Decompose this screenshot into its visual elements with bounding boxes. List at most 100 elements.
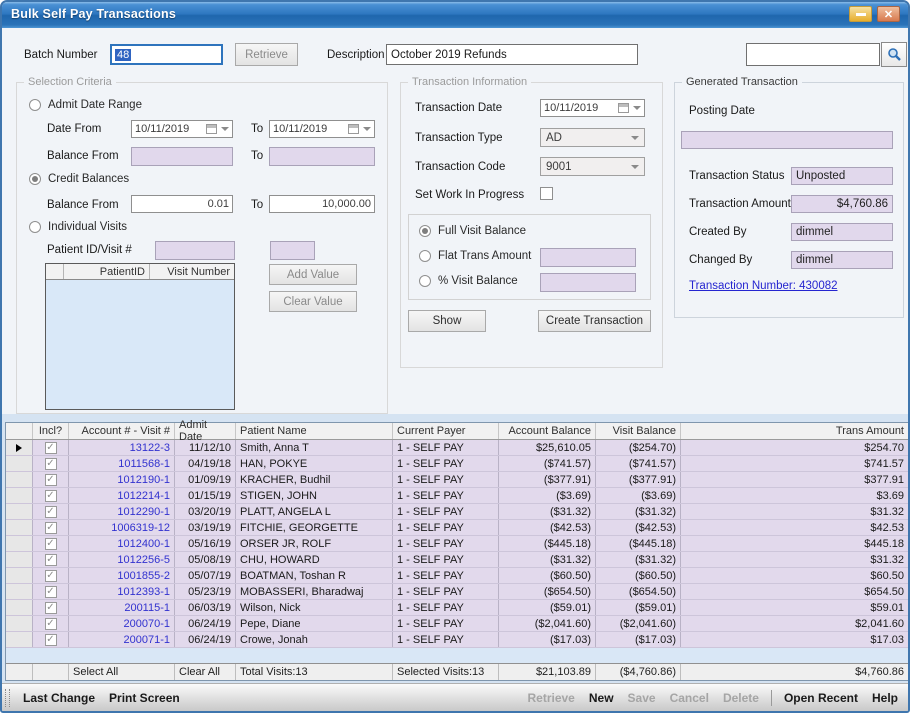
transaction-date-picker[interactable]: 10/11/2019: [540, 99, 645, 117]
account-link[interactable]: 200071-1: [124, 634, 171, 646]
minimize-button[interactable]: [849, 6, 872, 22]
date-from-picker[interactable]: 10/11/2019: [131, 120, 233, 138]
description-input[interactable]: October 2019 Refunds: [386, 44, 638, 65]
incl-checkbox[interactable]: ✓: [45, 442, 57, 454]
row-selector[interactable]: [6, 520, 33, 535]
row-selector[interactable]: [6, 616, 33, 631]
transaction-code-select[interactable]: 9001: [540, 157, 645, 176]
clear-all-button[interactable]: Clear All: [175, 664, 236, 680]
account-link[interactable]: 1012400-1: [117, 538, 170, 550]
description-value: October 2019 Refunds: [391, 49, 507, 61]
transaction-type-select[interactable]: AD: [540, 128, 645, 147]
patient-id-input: [155, 241, 235, 260]
table-row[interactable]: ✓1012290-103/20/19PLATT, ANGELA L1 - SEL…: [6, 504, 908, 520]
account-link[interactable]: 200070-1: [124, 618, 171, 630]
row-selector[interactable]: [6, 488, 33, 503]
last-change-button[interactable]: Last Change: [16, 691, 102, 705]
flat-trans-amount-radio[interactable]: Flat Trans Amount: [419, 250, 531, 262]
visit-balance-cell: ($741.57): [596, 456, 681, 471]
row-selector[interactable]: [6, 632, 33, 647]
table-row[interactable]: ✓1012214-101/15/19STIGEN, JOHN1 - SELF P…: [6, 488, 908, 504]
row-selector[interactable]: [6, 552, 33, 567]
account-link[interactable]: 1011568-1: [118, 458, 170, 470]
table-row[interactable]: ✓13122-311/12/10Smith, Anna T1 - SELF PA…: [6, 440, 908, 456]
table-row[interactable]: ✓1012393-105/23/19MOBASSERI, Bharadwaj1 …: [6, 584, 908, 600]
individual-visits-radio[interactable]: Individual Visits: [29, 221, 127, 233]
incl-checkbox[interactable]: ✓: [45, 602, 57, 614]
incl-checkbox[interactable]: ✓: [45, 474, 57, 486]
trans-amount-cell: $2,041.60: [681, 616, 908, 631]
changed-by-value: dimmel: [796, 254, 833, 266]
incl-checkbox[interactable]: ✓: [45, 522, 57, 534]
set-wip-checkbox[interactable]: [540, 187, 553, 200]
show-button[interactable]: Show: [408, 310, 486, 332]
row-selector[interactable]: [6, 600, 33, 615]
table-row[interactable]: ✓1006319-1203/19/19FITCHIE, GEORGETTE1 -…: [6, 520, 908, 536]
select-all-button[interactable]: Select All: [69, 664, 175, 680]
new-action[interactable]: New: [582, 691, 621, 705]
transaction-type-value: AD: [546, 132, 562, 144]
incl-checkbox[interactable]: ✓: [45, 554, 57, 566]
incl-checkbox[interactable]: ✓: [45, 634, 57, 646]
table-row[interactable]: ✓200070-106/24/19Pepe, Diane1 - SELF PAY…: [6, 616, 908, 632]
visits-grid-patientid-header: PatientID: [64, 264, 150, 279]
row-selector[interactable]: [6, 504, 33, 519]
transaction-number-link[interactable]: Transaction Number: 430082: [689, 280, 838, 292]
create-transaction-button[interactable]: Create Transaction: [538, 310, 651, 332]
table-row[interactable]: ✓1011568-104/19/18HAN, POKYE1 - SELF PAY…: [6, 456, 908, 472]
table-row[interactable]: ✓1012400-105/16/19ORSER JR, ROLF1 - SELF…: [6, 536, 908, 552]
table-row[interactable]: ✓1001855-205/07/19BOATMAN, Toshan R1 - S…: [6, 568, 908, 584]
current-payer-cell: 1 - SELF PAY: [393, 600, 499, 615]
batch-number-input[interactable]: 48: [110, 44, 223, 65]
header-visit-balance: Visit Balance: [596, 423, 681, 439]
retrieve-button[interactable]: Retrieve: [235, 43, 298, 66]
full-visit-balance-radio[interactable]: Full Visit Balance: [419, 225, 526, 237]
table-row[interactable]: ✓200071-106/24/19Crowe, Jonah1 - SELF PA…: [6, 632, 908, 648]
close-button[interactable]: ✕: [877, 6, 900, 22]
account-link[interactable]: 1012290-1: [117, 506, 170, 518]
table-row[interactable]: ✓1012256-505/08/19CHU, HOWARD1 - SELF PA…: [6, 552, 908, 568]
table-footer: Select All Clear All Total Visits:13 Sel…: [6, 663, 908, 680]
incl-checkbox[interactable]: ✓: [45, 586, 57, 598]
chevron-down-icon: [363, 127, 371, 131]
account-link[interactable]: 200115-1: [124, 602, 170, 614]
credit-balance-from-input[interactable]: 0.01: [131, 195, 233, 213]
created-by-field: dimmel: [791, 223, 893, 241]
search-input[interactable]: [746, 43, 880, 66]
credit-balances-label: Credit Balances: [48, 173, 129, 185]
date-to-picker[interactable]: 10/11/2019: [269, 120, 375, 138]
incl-checkbox[interactable]: ✓: [45, 490, 57, 502]
table-row[interactable]: ✓1012190-101/09/19KRACHER, Budhil1 - SEL…: [6, 472, 908, 488]
print-screen-button[interactable]: Print Screen: [102, 691, 187, 705]
credit-balances-radio[interactable]: Credit Balances: [29, 173, 129, 185]
open-recent-button[interactable]: Open Recent: [777, 691, 865, 705]
date-to-value: 10/11/2019: [273, 123, 327, 135]
search-button[interactable]: [881, 42, 907, 67]
incl-checkbox[interactable]: ✓: [45, 570, 57, 582]
incl-checkbox[interactable]: ✓: [45, 458, 57, 470]
current-payer-cell: 1 - SELF PAY: [393, 616, 499, 631]
account-link[interactable]: 1012214-1: [117, 490, 170, 502]
batch-number-value: 48: [115, 49, 131, 61]
pct-visit-balance-radio[interactable]: % Visit Balance: [419, 275, 518, 287]
help-button[interactable]: Help: [865, 691, 908, 705]
admit-date-range-radio[interactable]: Admit Date Range: [29, 99, 142, 111]
account-link[interactable]: 1006319-12: [111, 522, 170, 534]
row-selector[interactable]: [6, 568, 33, 583]
admit-date-cell: 06/24/19: [175, 632, 236, 647]
row-selector[interactable]: [6, 536, 33, 551]
table-row[interactable]: ✓200115-106/03/19Wilson, Nick1 - SELF PA…: [6, 600, 908, 616]
row-selector[interactable]: [6, 584, 33, 599]
incl-checkbox[interactable]: ✓: [45, 618, 57, 630]
row-selector[interactable]: [6, 472, 33, 487]
credit-balance-to-input[interactable]: 10,000.00: [269, 195, 375, 213]
account-link[interactable]: 13122-3: [130, 442, 170, 454]
account-link[interactable]: 1001855-2: [117, 570, 170, 582]
incl-checkbox[interactable]: ✓: [45, 506, 57, 518]
account-link[interactable]: 1012393-1: [117, 586, 170, 598]
account-link[interactable]: 1012190-1: [117, 474, 170, 486]
row-selector[interactable]: [6, 440, 33, 455]
account-link[interactable]: 1012256-5: [117, 554, 170, 566]
incl-checkbox[interactable]: ✓: [45, 538, 57, 550]
row-selector[interactable]: [6, 456, 33, 471]
